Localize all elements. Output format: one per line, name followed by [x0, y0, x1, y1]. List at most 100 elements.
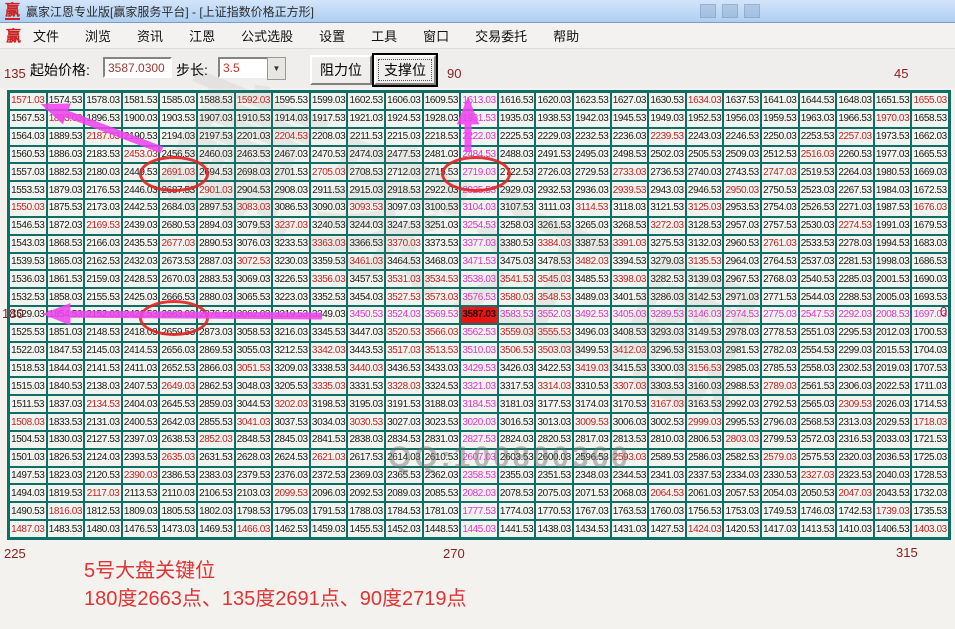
gann-cell-r23-c6[interactable]: 1798.53	[236, 503, 272, 519]
gann-cell-r4-c11[interactable]: 2715.53	[424, 164, 460, 180]
gann-cell-r19-c10[interactable]: 2834.53	[386, 432, 422, 448]
gann-cell-r10-c12[interactable]: 3538.03	[461, 271, 497, 287]
gann-cell-r1-c9[interactable]: 1921.03	[348, 111, 384, 127]
gann-cell-r7-c19[interactable]: 2957.03	[724, 218, 760, 234]
gann-cell-r18-c18[interactable]: 2999.03	[687, 414, 723, 430]
gann-cell-r1-c3[interactable]: 1900.03	[123, 111, 159, 127]
gann-cell-r8-c22[interactable]: 2278.03	[837, 236, 873, 252]
gann-cell-r22-c12[interactable]: 2082.03	[461, 485, 497, 501]
gann-cell-r8-c6[interactable]: 3076.03	[236, 236, 272, 252]
gann-cell-r9-c7[interactable]: 3230.03	[273, 254, 309, 270]
gann-cell-r16-c9[interactable]: 3331.53	[348, 378, 384, 394]
menu-item-窗口[interactable]: 窗口	[423, 29, 449, 44]
gann-cell-r3-c0[interactable]: 1560.53	[10, 147, 46, 163]
gann-cell-r2-c5[interactable]: 2197.53	[198, 129, 234, 145]
gann-cell-r0-c9[interactable]: 1602.53	[348, 93, 384, 109]
gann-cell-r22-c10[interactable]: 2089.03	[386, 485, 422, 501]
gann-cell-r21-c10[interactable]: 2365.53	[386, 468, 422, 484]
gann-cell-r9-c16[interactable]: 3394.53	[612, 254, 648, 270]
gann-cell-r17-c23[interactable]: 2026.03	[875, 396, 911, 412]
gann-cell-r3-c5[interactable]: 2460.03	[198, 147, 234, 163]
gann-cell-r22-c5[interactable]: 2106.53	[198, 485, 234, 501]
gann-cell-r10-c7[interactable]: 3226.53	[273, 271, 309, 287]
gann-cell-r18-c4[interactable]: 2642.03	[160, 414, 196, 430]
gann-cell-r23-c11[interactable]: 1781.03	[424, 503, 460, 519]
gann-cell-r22-c9[interactable]: 2092.53	[348, 485, 384, 501]
gann-cell-r19-c17[interactable]: 2810.03	[649, 432, 685, 448]
gann-cell-r13-c22[interactable]: 2295.53	[837, 325, 873, 341]
gann-cell-r9-c17[interactable]: 3279.03	[649, 254, 685, 270]
gann-cell-r18-c6[interactable]: 3041.03	[236, 414, 272, 430]
gann-cell-r7-c14[interactable]: 3261.53	[536, 218, 572, 234]
gann-cell-r0-c10[interactable]: 1606.03	[386, 93, 422, 109]
gann-cell-r5-c15[interactable]: 2936.03	[574, 182, 610, 198]
gann-cell-r18-c10[interactable]: 3027.03	[386, 414, 422, 430]
gann-cell-r8-c18[interactable]: 3132.03	[687, 236, 723, 252]
gann-cell-r1-c0[interactable]: 1567.53	[10, 111, 46, 127]
gann-cell-r20-c22[interactable]: 2320.03	[837, 450, 873, 466]
gann-cell-r6-c6[interactable]: 3083.03	[236, 200, 272, 216]
gann-cell-r10-c8[interactable]: 3356.03	[311, 271, 347, 287]
gann-cell-r19-c2[interactable]: 2127.53	[85, 432, 121, 448]
gann-cell-r14-c14[interactable]: 3503.03	[536, 343, 572, 359]
gann-cell-r23-c18[interactable]: 1756.53	[687, 503, 723, 519]
gann-cell-r1-c4[interactable]: 1903.53	[160, 111, 196, 127]
gann-cell-r13-c24[interactable]: 1700.53	[912, 325, 948, 341]
gann-cell-r6-c3[interactable]: 2442.53	[123, 200, 159, 216]
gann-cell-r20-c18[interactable]: 2586.03	[687, 450, 723, 466]
gann-cell-r19-c5[interactable]: 2852.03	[198, 432, 234, 448]
gann-cell-r16-c20[interactable]: 2789.03	[762, 378, 798, 394]
gann-cell-r8-c21[interactable]: 2533.53	[800, 236, 836, 252]
gann-cell-r16-c7[interactable]: 3205.53	[273, 378, 309, 394]
gann-cell-r7-c9[interactable]: 3244.03	[348, 218, 384, 234]
gann-cell-r14-c5[interactable]: 2869.53	[198, 343, 234, 359]
gann-cell-r15-c16[interactable]: 3415.53	[612, 361, 648, 377]
gann-cell-r21-c0[interactable]: 1497.53	[10, 468, 46, 484]
gann-cell-r13-c3[interactable]: 2418.03	[123, 325, 159, 341]
gann-cell-r14-c6[interactable]: 3055.03	[236, 343, 272, 359]
gann-cell-r1-c11[interactable]: 1928.03	[424, 111, 460, 127]
gann-cell-r1-c13[interactable]: 1935.03	[499, 111, 535, 127]
gann-cell-r20-c13[interactable]: 2603.53	[499, 450, 535, 466]
gann-cell-r4-c14[interactable]: 2726.03	[536, 164, 572, 180]
gann-cell-r5-c2[interactable]: 2176.53	[85, 182, 121, 198]
gann-cell-r0-c3[interactable]: 1581.53	[123, 93, 159, 109]
gann-cell-r8-c14[interactable]: 3384.03	[536, 236, 572, 252]
gann-cell-r1-c5[interactable]: 1907.03	[198, 111, 234, 127]
gann-cell-r7-c22[interactable]: 2274.53	[837, 218, 873, 234]
gann-cell-r11-c12[interactable]: 3576.53	[461, 289, 497, 305]
gann-cell-r0-c15[interactable]: 1623.53	[574, 93, 610, 109]
gann-cell-r22-c14[interactable]: 2075.03	[536, 485, 572, 501]
gann-cell-r5-c14[interactable]: 2932.53	[536, 182, 572, 198]
gann-cell-r18-c19[interactable]: 2995.53	[724, 414, 760, 430]
gann-cell-r19-c12[interactable]: 2827.53	[461, 432, 497, 448]
gann-cell-r23-c12[interactable]: 1777.53	[461, 503, 497, 519]
gann-cell-r0-c23[interactable]: 1651.53	[875, 93, 911, 109]
gann-cell-r15-c0[interactable]: 1518.53	[10, 361, 46, 377]
gann-cell-r14-c9[interactable]: 3443.53	[348, 343, 384, 359]
gann-cell-r11-c5[interactable]: 2880.03	[198, 289, 234, 305]
gann-cell-r13-c14[interactable]: 3555.53	[536, 325, 572, 341]
gann-cell-r12-c19[interactable]: 2974.53	[724, 307, 760, 323]
gann-cell-r23-c3[interactable]: 1809.03	[123, 503, 159, 519]
gann-cell-r8-c19[interactable]: 2960.53	[724, 236, 760, 252]
gann-cell-r1-c21[interactable]: 1963.03	[800, 111, 836, 127]
gann-cell-r13-c16[interactable]: 3408.53	[612, 325, 648, 341]
gann-cell-r15-c14[interactable]: 3422.53	[536, 361, 572, 377]
menu-item-工具[interactable]: 工具	[371, 29, 397, 44]
gann-cell-r14-c0[interactable]: 1522.03	[10, 343, 46, 359]
gann-cell-r0-c5[interactable]: 1588.53	[198, 93, 234, 109]
gann-cell-r18-c0[interactable]: 1508.03	[10, 414, 46, 430]
gann-cell-r10-c5[interactable]: 2883.53	[198, 271, 234, 287]
gann-cell-r20-c5[interactable]: 2631.53	[198, 450, 234, 466]
gann-cell-r7-c11[interactable]: 3251.03	[424, 218, 460, 234]
gann-cell-r8-c16[interactable]: 3391.03	[612, 236, 648, 252]
gann-cell-r4-c23[interactable]: 1980.53	[875, 164, 911, 180]
gann-cell-r11-c10[interactable]: 3527.53	[386, 289, 422, 305]
gann-cell-r12-c1[interactable]: 1854.53	[48, 307, 84, 323]
gann-cell-r10-c22[interactable]: 2285.03	[837, 271, 873, 287]
gann-cell-r9-c9[interactable]: 3461.03	[348, 254, 384, 270]
gann-cell-r3-c11[interactable]: 2481.03	[424, 147, 460, 163]
gann-cell-r21-c9[interactable]: 2369.03	[348, 468, 384, 484]
gann-cell-r0-c24[interactable]: 1655.03	[912, 93, 948, 109]
